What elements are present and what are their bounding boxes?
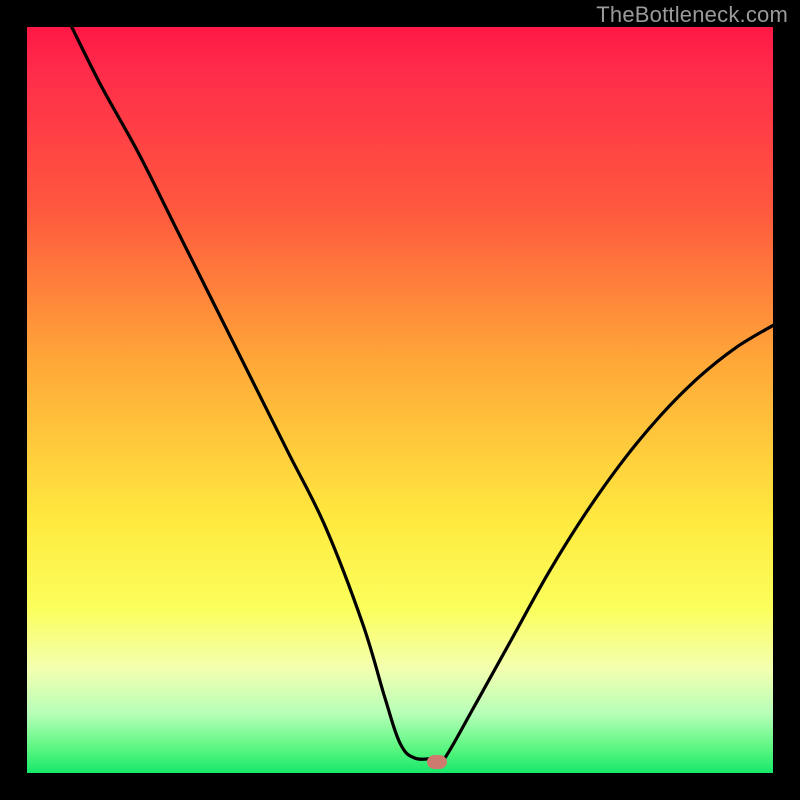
optimal-point-marker xyxy=(427,755,447,769)
watermark-text: TheBottleneck.com xyxy=(596,2,788,28)
bottleneck-curve xyxy=(27,27,773,773)
chart-frame: TheBottleneck.com xyxy=(0,0,800,800)
chart-plot-area xyxy=(27,27,773,773)
